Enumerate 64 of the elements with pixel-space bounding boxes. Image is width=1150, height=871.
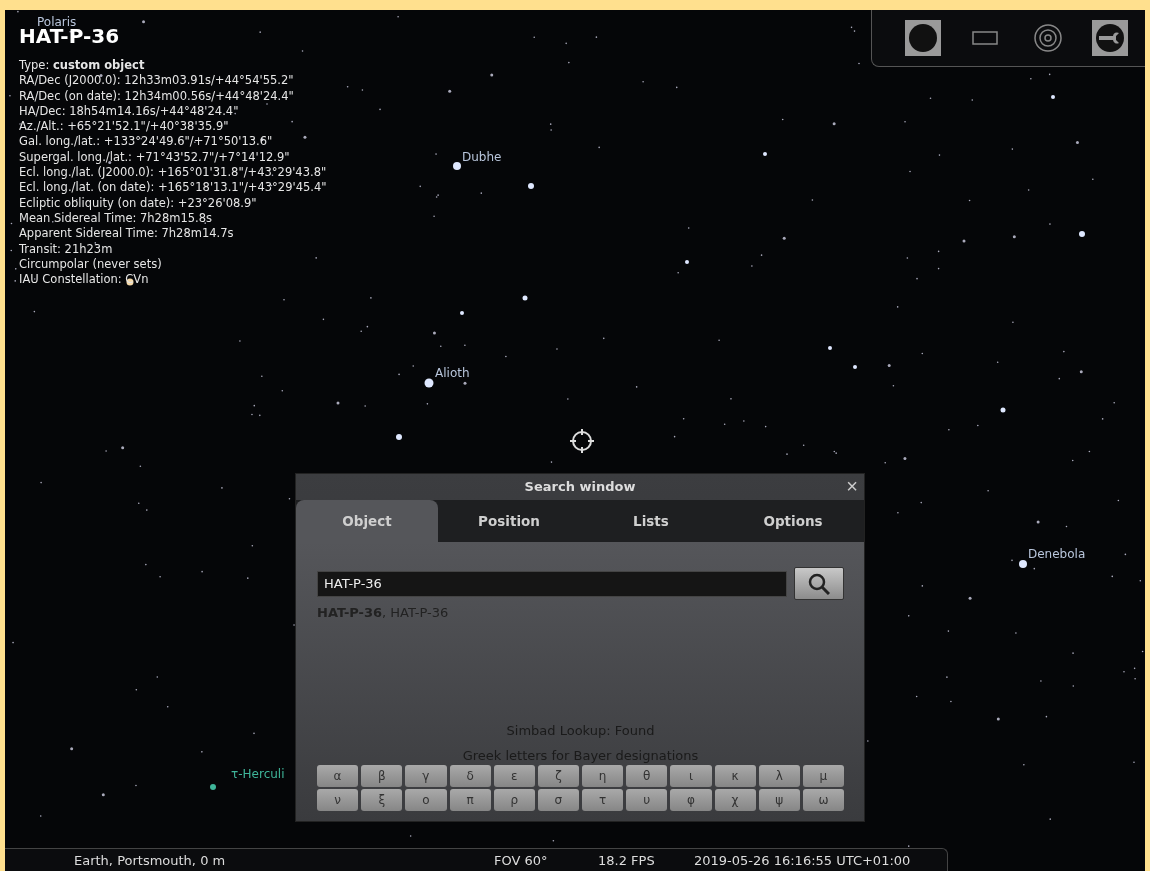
fps-text: 18.2 FPS — [598, 852, 656, 868]
search-button[interactable] — [794, 567, 844, 600]
rectangle-icon — [972, 31, 999, 45]
greek-key[interactable]: ψ — [758, 789, 800, 811]
info-line: Az./Alt.: +65°21'52.1"/+40°38'35.9" — [19, 119, 230, 135]
search-field[interactable]: HAT-P-36 — [317, 570, 787, 597]
greek-key[interactable]: η — [582, 765, 624, 787]
greek-key[interactable]: ρ — [493, 789, 535, 811]
greek-key[interactable]: δ — [449, 765, 491, 787]
info-line: Ecliptic obliquity (on date): +23°26'08.9" — [19, 195, 258, 211]
greek-key[interactable]: χ — [714, 789, 756, 811]
greek-key[interactable]: φ — [670, 789, 712, 811]
greek-key[interactable]: β — [361, 765, 403, 787]
star-label: Dubhe — [462, 150, 502, 164]
fov-text: FOV 60° — [494, 852, 549, 868]
info-line: Mean Sidereal Time: 7h28m15.8s — [19, 210, 214, 227]
info-line: Transit: 21h23m — [19, 241, 114, 257]
toolbar-button[interactable] — [1091, 20, 1128, 56]
datetime-text: 2019-05-26 16:16:55 UTC+01:00 — [694, 852, 911, 868]
greek-key[interactable]: ζ — [537, 765, 579, 787]
location-text: Earth, Portsmouth, 0 m — [74, 852, 227, 868]
greek-key[interactable]: σ — [537, 789, 579, 811]
greek-key[interactable]: θ — [626, 765, 668, 787]
star-label: Polaris — [37, 15, 77, 29]
greek-key[interactable]: κ — [714, 765, 756, 787]
tab[interactable]: Position — [438, 500, 580, 542]
tab[interactable]: Options — [722, 500, 864, 542]
search-icon — [808, 572, 830, 595]
greek-key[interactable]: ξ — [361, 789, 403, 811]
greek-key[interactable]: λ — [758, 765, 800, 787]
info-line: Ecl. long./lat. (J2000.0): +165°01'31.8"/+43°29'43.8" — [19, 165, 327, 181]
reticle-icon — [569, 428, 595, 454]
greek-key[interactable]: α — [317, 765, 359, 787]
disc-icon — [908, 23, 939, 53]
star-label: Denebola — [1028, 547, 1086, 561]
greek-key[interactable]: ο — [405, 789, 447, 811]
info-line: RA/Dec (on date): 12h34m00.56s/+44°48'24.4" — [19, 88, 295, 104]
greek-key[interactable]: τ — [582, 789, 624, 811]
greek-key[interactable]: ε — [493, 765, 535, 787]
target-icon — [1033, 24, 1062, 52]
info-line: Circumpolar (never sets) — [19, 256, 163, 273]
info-line: IAU Constellation: CVn — [19, 272, 150, 288]
info-line: Apparent Sidereal Time: 7h28m14.7s — [19, 226, 235, 242]
wrench-icon — [1094, 23, 1125, 53]
greek-key[interactable]: π — [449, 789, 491, 811]
info-line: Ecl. long./lat. (on date): +165°18'13.1"/+43°29'45.4" — [19, 180, 327, 196]
info-line: Gal. long./lat.: +133°24'49.6"/+71°50'13.6" — [19, 134, 274, 150]
greek-key[interactable]: ω — [802, 789, 844, 811]
star-label: Alioth — [435, 366, 470, 380]
info-line: Type: custom object — [19, 58, 146, 74]
close-button[interactable]: × — [846, 474, 858, 498]
tab[interactable]: Object — [296, 500, 438, 542]
info-line: HA/Dec: 18h54m14.16s/+44°48'24.4" — [19, 103, 240, 120]
info-line: RA/Dec (J2000.0): 12h33m03.91s/+44°54'55.2" — [19, 73, 295, 89]
info-line: Supergal. long./lat.: +71°43'52.7"/+7°14'12.9" — [19, 149, 291, 166]
greek-key[interactable]: υ — [626, 789, 668, 811]
greek-key[interactable]: ι — [670, 765, 712, 787]
toolbar-button[interactable] — [905, 20, 942, 56]
greek-key[interactable]: ν — [317, 789, 359, 811]
greek-key[interactable]: γ — [405, 765, 447, 787]
window-title: Search window — [524, 478, 636, 494]
tab[interactable]: Lists — [580, 500, 722, 542]
star-label: τ-Herculi — [231, 767, 285, 781]
greek-key[interactable]: μ — [802, 765, 844, 787]
